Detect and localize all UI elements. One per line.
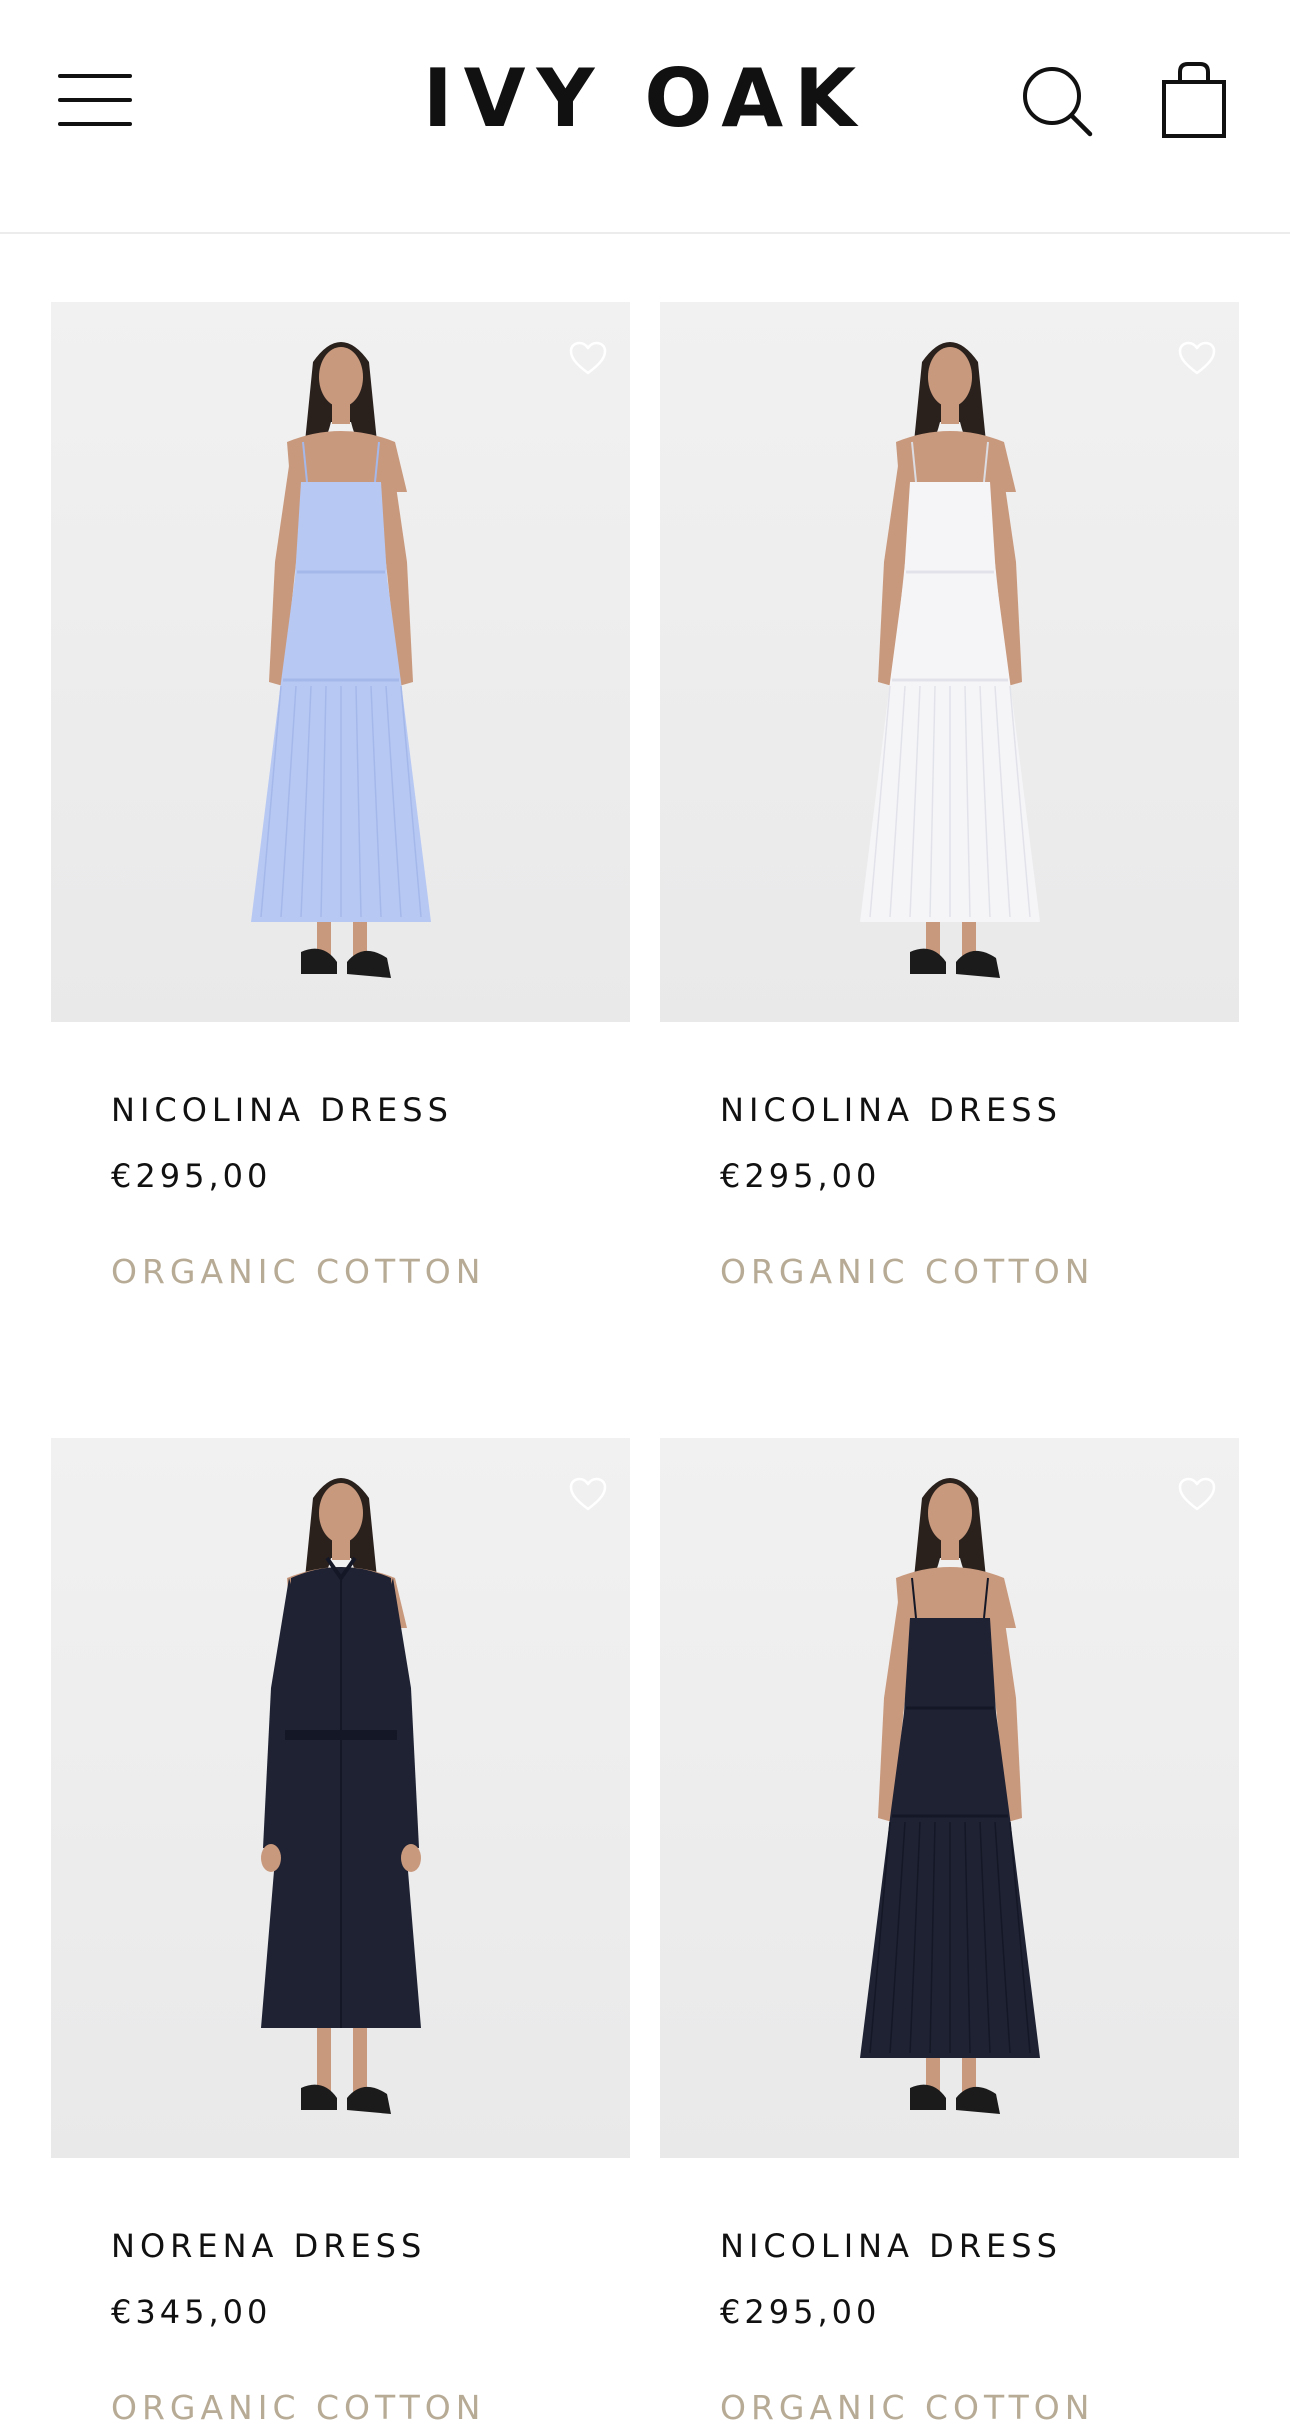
product-material-tag: ORGANIC COTTON [720, 2388, 1095, 2426]
product-image[interactable] [51, 302, 630, 1022]
product-price: €345,00 [111, 2293, 272, 2331]
model-photo [51, 302, 630, 1022]
site-header: IVY OAK [0, 0, 1290, 234]
heart-outline-icon[interactable] [568, 340, 608, 376]
product-card[interactable]: NICOLINA DRESS €295,00 ORGANIC COTTON [51, 302, 630, 1291]
product-image[interactable] [660, 302, 1239, 1022]
product-material-tag: ORGANIC COTTON [720, 1252, 1095, 1291]
product-price: €295,00 [720, 2293, 881, 2331]
model-photo [660, 1438, 1239, 2158]
product-name[interactable]: NORENA DRESS [111, 2226, 426, 2266]
product-name[interactable]: NICOLINA DRESS [720, 1090, 1062, 1130]
product-image[interactable] [51, 1438, 630, 2158]
shopping-bag-icon[interactable] [1160, 60, 1228, 140]
heart-outline-icon[interactable] [568, 1476, 608, 1512]
product-card[interactable]: NICOLINA DRESS €295,00 ORGANIC COTTON [660, 1438, 1239, 2426]
hamburger-menu-icon[interactable] [58, 72, 134, 128]
product-material-tag: ORGANIC COTTON [111, 1252, 486, 1291]
product-material-tag: ORGANIC COTTON [111, 2388, 486, 2426]
product-card[interactable]: NICOLINA DRESS €295,00 ORGANIC COTTON [660, 302, 1239, 1291]
product-name[interactable]: NICOLINA DRESS [111, 1090, 453, 1130]
heart-outline-icon[interactable] [1177, 1476, 1217, 1512]
brand-logo[interactable]: IVY OAK [420, 54, 870, 144]
product-price: €295,00 [111, 1157, 272, 1195]
product-card[interactable]: NORENA DRESS €345,00 ORGANIC COTTON [51, 1438, 630, 2426]
heart-outline-icon[interactable] [1177, 340, 1217, 376]
search-icon[interactable] [1020, 64, 1094, 138]
product-image[interactable] [660, 1438, 1239, 2158]
product-price: €295,00 [720, 1157, 881, 1195]
product-name[interactable]: NICOLINA DRESS [720, 2226, 1062, 2266]
model-photo [660, 302, 1239, 1022]
model-photo [51, 1438, 630, 2158]
